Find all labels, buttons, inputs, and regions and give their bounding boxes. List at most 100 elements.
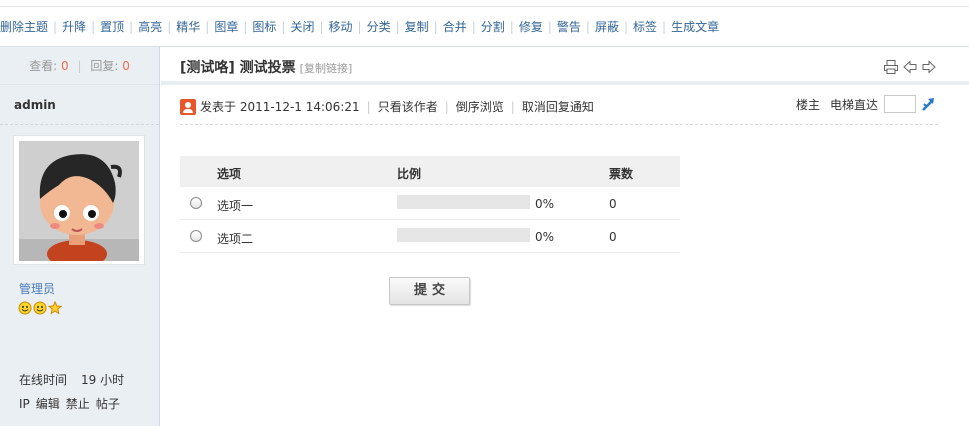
previous-thread-icon[interactable] <box>902 59 918 75</box>
print-icon[interactable] <box>883 59 899 75</box>
mod-action-4[interactable]: 精华 <box>176 20 200 34</box>
poll-header-votes: 票数 <box>609 167 634 181</box>
user-rank-icons <box>18 301 62 315</box>
reverse-order-link[interactable]: 倒序浏览 <box>456 98 504 115</box>
toolbar-separator: | <box>433 20 438 34</box>
thread-title-bar: [测试咯] 测试投票 [复制链接] <box>161 47 969 85</box>
separator: | <box>444 99 449 114</box>
mod-action-7[interactable]: 关闭 <box>290 20 314 34</box>
poll-submit-button[interactable]: 提交 <box>389 277 470 305</box>
poll-header: 选项 比例 票数 <box>180 156 680 187</box>
mod-action-8[interactable]: 移动 <box>329 20 353 34</box>
poll-option-label[interactable]: 选项一 <box>217 197 253 214</box>
mod-action-16[interactable]: 标签 <box>633 20 657 34</box>
mod-action-10[interactable]: 复制 <box>405 20 429 34</box>
mod-action-2[interactable]: 置顶 <box>100 20 124 34</box>
post-info-divider <box>180 124 938 125</box>
mod-action-0[interactable]: 删除主题 <box>0 20 48 34</box>
avatar[interactable] <box>13 135 145 265</box>
poll-option-radio[interactable] <box>190 197 202 209</box>
mod-action-1[interactable]: 升降 <box>62 20 86 34</box>
online-time-value: 19 小时 <box>81 373 125 387</box>
admin-links: IP 编辑 禁止 帖子 <box>19 395 126 412</box>
toolbar-separator: | <box>319 20 324 34</box>
author-sidebar: 查看: 0 | 回复: 0 admin 管理员 在线时间 19 小时 IP 编辑… <box>0 47 160 426</box>
online-time: 在线时间 19 小时 <box>19 371 124 388</box>
views-label: 查看: <box>29 59 58 73</box>
post-main: [测试咯] 测试投票 [复制链接] 发表于 2011-12-1 14:06:21 … <box>161 47 969 426</box>
poll-progress-bar <box>397 228 530 242</box>
mod-action-9[interactable]: 分类 <box>367 20 391 34</box>
ip-link[interactable]: IP <box>19 397 30 411</box>
toolbar-separator: | <box>471 20 476 34</box>
copy-link[interactable]: [复制链接] <box>300 62 353 75</box>
poll-header-option: 选项 <box>217 167 242 181</box>
only-author-link[interactable]: 只看该作者 <box>378 98 438 115</box>
replies-label: 回复: <box>90 59 119 73</box>
toolbar-separator: | <box>129 20 134 34</box>
mod-action-13[interactable]: 修复 <box>519 20 543 34</box>
smiley-icon <box>33 301 47 315</box>
toolbar-separator: | <box>53 20 58 34</box>
poll-option-radio[interactable] <box>190 230 202 242</box>
mod-action-15[interactable]: 屏蔽 <box>595 20 619 34</box>
floor-jump-input[interactable] <box>884 95 916 113</box>
poll-option-votes: 0 <box>609 197 617 211</box>
mod-action-14[interactable]: 警告 <box>557 20 581 34</box>
toolbar-separator: | <box>357 20 362 34</box>
mod-action-5[interactable]: 图章 <box>214 20 238 34</box>
mod-action-17[interactable]: 生成文章 <box>671 20 719 34</box>
separator: | <box>366 99 371 114</box>
post-info-bar: 发表于 2011-12-1 14:06:21 | 只看该作者 | 倒序浏览 | … <box>180 95 938 116</box>
toolbar-separator: | <box>547 20 552 34</box>
poll-progress-bar <box>397 195 530 209</box>
thread-stats: 查看: 0 | 回复: 0 <box>0 47 159 85</box>
user-group-link[interactable]: 管理员 <box>19 280 55 297</box>
floor-nav: 楼主 电梯直达 <box>796 95 938 113</box>
title-tools <box>883 59 937 75</box>
toolbar-separator: | <box>623 20 628 34</box>
stats-separator: | <box>77 59 82 73</box>
floor-label: 楼主 <box>795 97 820 112</box>
toolbar-separator: | <box>662 20 667 34</box>
toolbar-separator: | <box>167 20 172 34</box>
ban-link[interactable]: 禁止 <box>66 397 90 411</box>
smiley-icon <box>18 301 32 315</box>
online-time-label: 在线时间 <box>19 373 68 387</box>
author-name[interactable]: admin <box>0 85 159 125</box>
jump-label: 电梯直达 <box>829 97 878 112</box>
poll-table: 选项 比例 票数 选项一 0% 0 选项二 0% 0 <box>180 156 680 253</box>
mod-action-12[interactable]: 分割 <box>481 20 505 34</box>
moderation-toolbar: 删除主题 | 升降 | 置顶 | 高亮 | 精华 | 图章 | 图标 | 关闭 | 移动 | 分类 | 复制 | 合并 | 分割… <box>0 18 719 36</box>
star-icon <box>48 301 62 315</box>
toolbar-separator: | <box>91 20 96 34</box>
views-count: 0 <box>61 59 69 73</box>
top-divider <box>0 6 969 7</box>
toolbar-separator: | <box>205 20 210 34</box>
edit-link[interactable]: 编辑 <box>36 397 60 411</box>
poll-option-row: 选项二 0% 0 <box>180 220 680 253</box>
poll-option-votes: 0 <box>609 230 617 244</box>
poll-option-row: 选项一 0% 0 <box>180 187 680 220</box>
toolbar-separator: | <box>281 20 286 34</box>
poll-option-percent: 0% <box>535 197 555 211</box>
toolbar-separator: | <box>585 20 590 34</box>
mod-action-11[interactable]: 合并 <box>443 20 467 34</box>
cancel-notify-link[interactable]: 取消回复通知 <box>522 98 594 115</box>
post-date: 发表于 2011-12-1 14:06:21 <box>200 100 360 114</box>
go-arrow-icon[interactable] <box>920 95 938 113</box>
toolbar-separator: | <box>395 20 400 34</box>
post-meta: 发表于 2011-12-1 14:06:21 | 只看该作者 | 倒序浏览 | … <box>180 98 594 115</box>
thread-title: [测试咯] 测试投票 [复制链接] <box>180 57 352 77</box>
posts-link[interactable]: 帖子 <box>96 397 120 411</box>
separator: | <box>510 99 515 114</box>
thread-title-text: [测试咯] 测试投票 <box>180 60 296 76</box>
next-thread-icon[interactable] <box>921 59 937 75</box>
toolbar-separator: | <box>243 20 248 34</box>
poll-option-label[interactable]: 选项二 <box>217 230 253 247</box>
mod-action-3[interactable]: 高亮 <box>138 20 162 34</box>
replies-count: 0 <box>122 59 130 73</box>
online-user-icon <box>180 98 196 115</box>
mod-action-6[interactable]: 图标 <box>252 20 276 34</box>
poll-header-ratio: 比例 <box>397 167 422 181</box>
